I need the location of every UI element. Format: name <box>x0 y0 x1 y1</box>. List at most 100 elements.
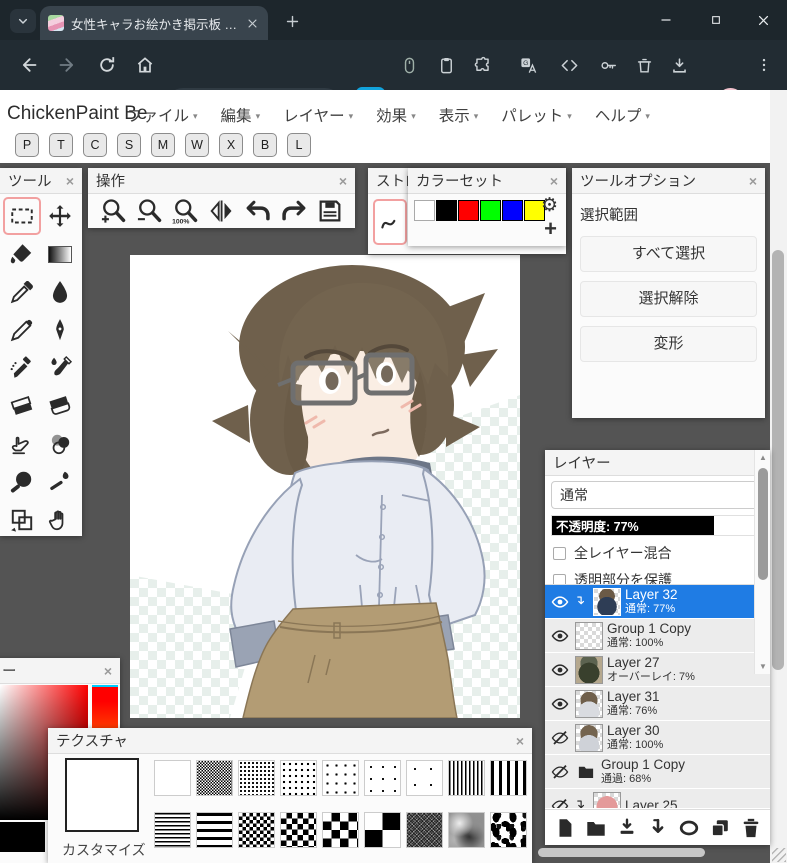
horizontal-scrollbar-thumb[interactable] <box>538 848 705 857</box>
shortcut-button-L[interactable]: L <box>287 133 311 157</box>
tool-eraser[interactable] <box>3 387 41 425</box>
texture-swatch-checker-xl[interactable] <box>364 812 401 848</box>
new-tab-button[interactable] <box>280 9 304 33</box>
eye-icon[interactable] <box>549 627 571 645</box>
layer-row-3[interactable]: Layer 31通常: 76% <box>545 687 770 720</box>
tool-hand[interactable] <box>41 501 79 539</box>
stroke-mode-button[interactable] <box>373 199 407 245</box>
shortcut-button-X[interactable]: X <box>219 133 243 157</box>
tool-blender[interactable] <box>41 425 79 463</box>
shortcut-button-P[interactable]: P <box>15 133 39 157</box>
tool-dodge[interactable] <box>41 463 79 501</box>
key-button[interactable] <box>596 53 620 77</box>
drawing-canvas[interactable] <box>130 255 520 718</box>
eye-off-icon[interactable] <box>549 729 571 747</box>
tool-water-brush[interactable] <box>41 349 79 387</box>
layer-row-2[interactable]: Layer 27オーバーレイ: 7% <box>545 653 770 686</box>
color-swatch-3[interactable] <box>480 200 501 221</box>
tool-move[interactable] <box>41 197 79 235</box>
close-icon[interactable]: × <box>749 173 757 189</box>
shortcut-button-S[interactable]: S <box>117 133 141 157</box>
vertical-scrollbar[interactable] <box>770 90 787 863</box>
mask-button[interactable] <box>678 817 700 839</box>
new-group-button[interactable] <box>585 817 607 839</box>
duplicate-button[interactable] <box>709 817 731 839</box>
checkbox[interactable] <box>553 547 566 560</box>
shortcut-button-C[interactable]: C <box>83 133 107 157</box>
tool-rotate-canvas[interactable] <box>3 501 41 539</box>
browser-tab[interactable]: 女性キャラお絵かき掲示板 - Petit <box>40 6 268 40</box>
undo-button[interactable] <box>241 196 274 226</box>
tool-pencil[interactable] <box>3 311 41 349</box>
browser-menu-button[interactable] <box>752 53 776 77</box>
new-layer-button[interactable] <box>554 817 576 839</box>
redo-button[interactable] <box>278 196 311 226</box>
texture-swatch-vlines-thin[interactable] <box>448 760 485 796</box>
menu-item-1[interactable]: 編集▾ <box>221 104 261 126</box>
flip-horizontal-button[interactable] <box>205 196 238 226</box>
texture-swatch-checker-small[interactable] <box>238 812 275 848</box>
tool-eyedropper[interactable] <box>3 273 41 311</box>
tool-pen[interactable] <box>41 311 79 349</box>
eye-icon[interactable] <box>549 695 571 713</box>
scroll-down-icon[interactable]: ▼ <box>755 662 771 671</box>
menu-item-4[interactable]: 表示▾ <box>439 104 479 126</box>
color-swatch-4[interactable] <box>502 200 523 221</box>
maximize-button[interactable] <box>694 0 738 40</box>
extensions-button[interactable] <box>470 53 494 77</box>
menu-item-0[interactable]: ファイル▾ <box>127 104 198 126</box>
tool-blur[interactable] <box>41 273 79 311</box>
color-swatch-0[interactable] <box>414 200 435 221</box>
blend-mode-select[interactable]: 通常 <box>551 481 764 509</box>
close-icon[interactable]: × <box>516 733 524 749</box>
tool-airbrush[interactable] <box>3 349 41 387</box>
mouse-button[interactable] <box>397 53 421 77</box>
current-color-swatch[interactable] <box>0 822 45 852</box>
tool-option-button-1[interactable]: 選択解除 <box>580 281 757 317</box>
translate-button[interactable]: G <box>516 53 540 77</box>
zoom-100-button[interactable]: 100% <box>169 196 202 226</box>
save-button[interactable] <box>314 196 347 226</box>
delete-button[interactable] <box>632 53 656 77</box>
texture-swatch-clouds[interactable] <box>448 812 485 848</box>
layer-row-4[interactable]: Layer 30通常: 100% <box>545 721 770 754</box>
close-icon[interactable]: × <box>66 173 74 189</box>
close-icon[interactable]: × <box>104 663 112 679</box>
texture-swatch-dots-sparse[interactable] <box>322 760 359 796</box>
close-icon[interactable]: × <box>339 173 347 189</box>
tool-marquee[interactable] <box>3 197 41 235</box>
eye-icon[interactable] <box>549 593 571 611</box>
eye-off-icon[interactable] <box>549 797 571 809</box>
zoom-in-button[interactable] <box>96 196 129 226</box>
texture-swatch-dots-sparsest[interactable] <box>406 760 443 796</box>
menu-item-5[interactable]: パレット▾ <box>501 104 572 126</box>
texture-swatch-dots-medium[interactable] <box>280 760 317 796</box>
texture-swatch-checker-medium[interactable] <box>280 812 317 848</box>
tool-burn[interactable] <box>3 463 41 501</box>
tab-search-button[interactable] <box>10 9 36 33</box>
shortcut-button-W[interactable]: W <box>185 133 209 157</box>
back-button[interactable] <box>16 53 40 77</box>
color-swatch-2[interactable] <box>458 200 479 221</box>
tab-close-button[interactable] <box>245 16 260 31</box>
texture-swatch-dots-dense[interactable] <box>238 760 275 796</box>
clip-arrow-button[interactable] <box>647 817 669 839</box>
opacity-slider[interactable]: 不透明度: 77% <box>551 515 764 536</box>
texture-swatch-hlines-thick[interactable] <box>196 812 233 848</box>
tool-gradient[interactable] <box>41 235 79 273</box>
texture-swatch-dither-fine[interactable] <box>196 760 233 796</box>
texture-swatch-hlines-thin[interactable] <box>154 812 191 848</box>
tool-option-button-0[interactable]: すべて選択 <box>580 236 757 272</box>
texture-swatch-vlines-thick[interactable] <box>490 760 527 796</box>
clipboard-button[interactable] <box>434 53 458 77</box>
shortcut-button-T[interactable]: T <box>49 133 73 157</box>
layer-option-0[interactable]: 全レイヤー混合 <box>553 543 762 563</box>
zoom-out-button[interactable] <box>132 196 165 226</box>
vertical-scrollbar-thumb[interactable] <box>772 250 784 670</box>
merge-down-button[interactable] <box>616 817 638 839</box>
trash-button[interactable] <box>740 817 762 839</box>
tool-fill[interactable] <box>3 235 41 273</box>
shortcut-button-B[interactable]: B <box>253 133 277 157</box>
texture-swatch-dots-sparser[interactable] <box>364 760 401 796</box>
home-button[interactable] <box>133 53 157 77</box>
